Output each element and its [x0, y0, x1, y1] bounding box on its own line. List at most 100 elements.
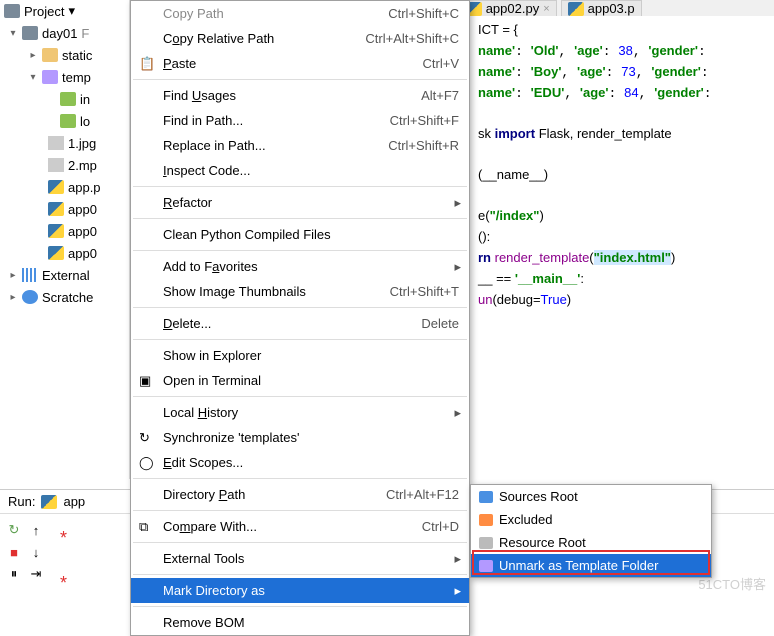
- menu-local-history[interactable]: Local History▸: [131, 400, 469, 425]
- submenu-label: Unmark as Template Folder: [499, 558, 658, 573]
- menu-delete[interactable]: Delete...Delete: [131, 311, 469, 336]
- tree-item-mp4[interactable]: 2.mp: [0, 154, 129, 176]
- menu-label: Edit Scopes...: [163, 455, 243, 470]
- chevron-down-icon: ▾: [8, 28, 18, 39]
- menu-inspect-code[interactable]: Inspect Code...: [131, 158, 469, 183]
- tree-item-app[interactable]: app.p: [0, 176, 129, 198]
- menu-find-in-path[interactable]: Find in Path...Ctrl+Shift+F: [131, 108, 469, 133]
- wrap-button[interactable]: ⇥: [26, 564, 46, 584]
- menu-refactor[interactable]: Refactor▸: [131, 190, 469, 215]
- down-button[interactable]: ↓: [26, 542, 46, 562]
- menu-paste[interactable]: 📋PasteCtrl+V: [131, 51, 469, 76]
- tree-label: in: [80, 92, 90, 107]
- rerun-button[interactable]: ↻: [4, 520, 24, 540]
- submenu-unmark-template[interactable]: Unmark as Template Folder: [471, 554, 711, 577]
- shortcut: Ctrl+Alt+Shift+C: [365, 31, 459, 46]
- tree-label: lo: [80, 114, 90, 129]
- submenu-sources-root[interactable]: Sources Root: [471, 485, 711, 508]
- menu-label: Remove BOM: [163, 615, 245, 630]
- tab-app03[interactable]: app03.p: [561, 0, 642, 16]
- python-icon: [48, 224, 64, 238]
- tree-item-app0a[interactable]: app0: [0, 198, 129, 220]
- submenu-excluded[interactable]: Excluded: [471, 508, 711, 531]
- close-icon[interactable]: ×: [543, 3, 549, 15]
- tree-item-templates[interactable]: ▾ temp: [0, 66, 129, 88]
- run-label: Run:: [8, 494, 35, 509]
- menu-open-terminal[interactable]: ▣Open in Terminal: [131, 368, 469, 393]
- up-button[interactable]: ↑: [26, 520, 46, 540]
- shortcut: Ctrl+Shift+T: [390, 284, 459, 299]
- tree-item-app0b[interactable]: app0: [0, 220, 129, 242]
- stop-button[interactable]: ■: [4, 542, 24, 562]
- python-icon: [41, 495, 57, 509]
- menu-label: Replace in Path...: [163, 138, 266, 153]
- tree-item-day01[interactable]: ▾day01 F: [0, 22, 129, 44]
- tree-item-external[interactable]: ▸External: [0, 264, 129, 286]
- menu-find-usages[interactable]: Find UsagesAlt+F7: [131, 83, 469, 108]
- menu-label: Delete...: [163, 316, 211, 331]
- shortcut: Alt+F7: [421, 88, 459, 103]
- python-icon: [48, 246, 64, 260]
- project-root[interactable]: Project ▾: [0, 0, 129, 22]
- tab-label: app03.p: [588, 1, 635, 16]
- chevron-right-icon: ▸: [8, 292, 18, 303]
- python-icon: [48, 180, 64, 194]
- menu-label: Copy Path: [163, 6, 224, 21]
- chevron-down-icon: ▾: [28, 72, 38, 83]
- submenu-label: Excluded: [499, 512, 552, 527]
- tree-label: Project: [24, 4, 64, 19]
- tree-item-lo[interactable]: lo: [0, 110, 129, 132]
- menu-add-favorites[interactable]: Add to Favorites▸: [131, 254, 469, 279]
- chevron-right-icon: ▸: [8, 270, 18, 281]
- tree-item-jpg[interactable]: 1.jpg: [0, 132, 129, 154]
- menu-label: Open in Terminal: [163, 373, 261, 388]
- tree-item-app0c[interactable]: app0: [0, 242, 129, 264]
- tree-label: app0: [68, 246, 97, 261]
- shortcut: Ctrl+Shift+C: [388, 6, 459, 21]
- tree-item-static[interactable]: ▸static: [0, 44, 129, 66]
- library-icon: [22, 268, 38, 282]
- menu-label: External Tools: [163, 551, 244, 566]
- folder-orange-icon: [479, 514, 493, 526]
- menu-show-thumbnails[interactable]: Show Image ThumbnailsCtrl+Shift+T: [131, 279, 469, 304]
- menu-remove-bom[interactable]: Remove BOM: [131, 610, 469, 635]
- menu-label: Show in Explorer: [163, 348, 261, 363]
- pause-button[interactable]: ⏸: [4, 564, 24, 584]
- tree-label: temp: [62, 70, 91, 85]
- submenu-label: Resource Root: [499, 535, 586, 550]
- menu-mark-directory-as[interactable]: Mark Directory as▸: [131, 578, 469, 603]
- submenu-resource-root[interactable]: Resource Root: [471, 531, 711, 554]
- code-editor[interactable]: ICT = { name': 'Old', 'age': 38, 'gender…: [470, 16, 774, 479]
- mark-directory-submenu: Sources Root Excluded Resource Root Unma…: [470, 484, 712, 578]
- tree-label: static: [62, 48, 92, 63]
- context-menu: Copy Path Ctrl+Shift+C Copy Relative Path…: [130, 0, 470, 636]
- menu-label: Directory Path: [163, 487, 245, 502]
- separator: [133, 186, 467, 187]
- folder-icon: [42, 48, 58, 62]
- sync-icon: ↻: [139, 430, 155, 446]
- menu-label: Find in Path...: [163, 113, 243, 128]
- menu-replace-in-path[interactable]: Replace in Path...Ctrl+Shift+R: [131, 133, 469, 158]
- menu-external-tools[interactable]: External Tools▸: [131, 546, 469, 571]
- shortcut: Ctrl+Alt+F12: [386, 487, 459, 502]
- tree-label: 1.jpg: [68, 136, 96, 151]
- run-config-name: app: [63, 494, 85, 509]
- menu-edit-scopes[interactable]: ◯Edit Scopes...: [131, 450, 469, 475]
- project-tree[interactable]: Project ▾ ▾day01 F ▸static ▾temp in lo 1…: [0, 0, 130, 479]
- folder-icon: [42, 70, 58, 84]
- separator: [133, 79, 467, 80]
- menu-clean-python[interactable]: Clean Python Compiled Files: [131, 222, 469, 247]
- menu-synchronize[interactable]: ↻Synchronize 'templates': [131, 425, 469, 450]
- chevron-right-icon: ▸: [454, 405, 461, 421]
- shortcut: Ctrl+V: [423, 56, 459, 71]
- menu-copy-relative-path[interactable]: Copy Relative PathCtrl+Alt+Shift+C: [131, 26, 469, 51]
- folder-icon: [22, 26, 38, 40]
- tab-app02[interactable]: app02.py×: [459, 0, 557, 16]
- menu-copy-path[interactable]: Copy Path Ctrl+Shift+C: [131, 1, 469, 26]
- tree-item-in[interactable]: in: [0, 88, 129, 110]
- tree-item-scratches[interactable]: ▸Scratche: [0, 286, 129, 308]
- menu-directory-path[interactable]: Directory Path Ctrl+Alt+F12: [131, 482, 469, 507]
- menu-show-explorer[interactable]: Show in Explorer: [131, 343, 469, 368]
- separator: [133, 510, 467, 511]
- menu-compare-with[interactable]: ⧉Compare With...Ctrl+D: [131, 514, 469, 539]
